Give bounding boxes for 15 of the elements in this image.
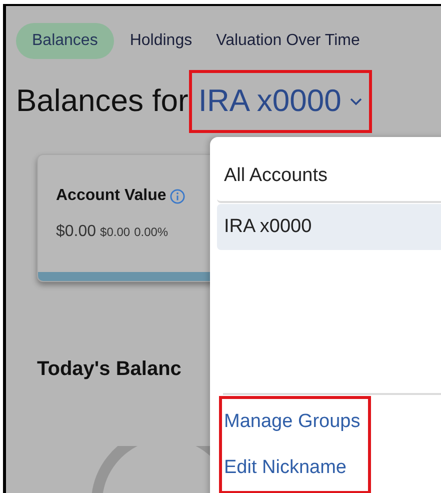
tab[interactable]: Balances	[16, 23, 114, 59]
account-option[interactable]: IRA x0000	[217, 204, 441, 250]
account-value: $0.00	[56, 222, 96, 242]
tab[interactable]: Valuation Over Time	[208, 23, 368, 59]
dropdown-link[interactable]: Edit Nickname	[222, 445, 368, 491]
dropdown-link[interactable]: Manage Groups	[222, 399, 368, 445]
section-title: Today's Balanc	[37, 357, 182, 382]
info-icon[interactable]	[170, 188, 186, 204]
page-title: Balances for	[16, 82, 188, 120]
percent-change: 0.00%	[134, 224, 168, 241]
tab[interactable]: Holdings	[122, 23, 200, 59]
card-title: Account Value	[56, 186, 166, 206]
account-selector[interactable]: IRA x0000	[192, 73, 370, 130]
value-change: $0.00	[100, 224, 130, 241]
chevron-down-icon	[349, 97, 364, 106]
